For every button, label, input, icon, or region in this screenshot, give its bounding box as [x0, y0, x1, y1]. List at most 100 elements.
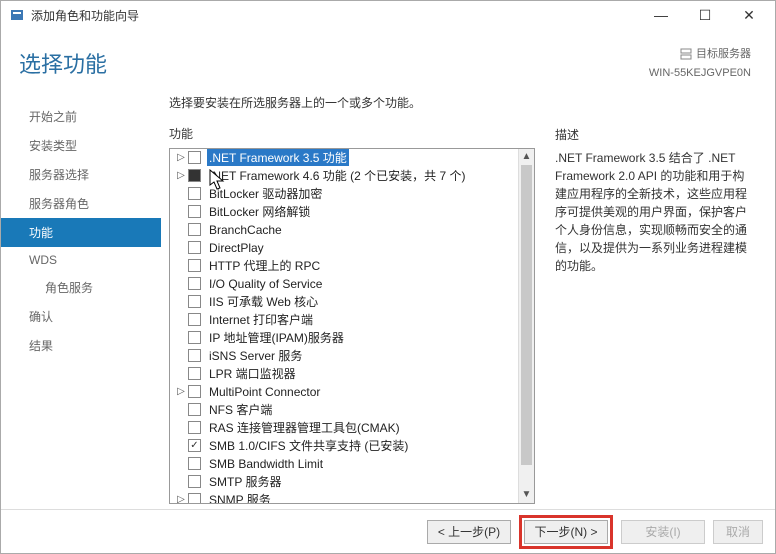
feature-row-1[interactable]: ▷ .NET Framework 4.6 功能 (2 个已安装，共 7 个)	[170, 167, 534, 185]
feature-row-18[interactable]: SMTP 服务器	[170, 473, 534, 491]
feature-label: HTTP 代理上的 RPC	[207, 257, 322, 274]
sidebar-item-2[interactable]: 服务器选择	[1, 160, 161, 189]
feature-checkbox[interactable]	[188, 169, 201, 182]
feature-checkbox[interactable]: ✓	[188, 439, 201, 452]
feature-checkbox[interactable]	[188, 421, 201, 434]
sidebar-item-6[interactable]: 角色服务	[1, 273, 161, 302]
feature-row-13[interactable]: ▷ MultiPoint Connector	[170, 383, 534, 401]
feature-checkbox[interactable]	[188, 241, 201, 254]
scrollbar[interactable]: ▲ ▼	[518, 149, 534, 503]
feature-label: BitLocker 网络解锁	[207, 203, 312, 220]
tree-twisty-icon[interactable]: ▷	[176, 170, 186, 181]
feature-checkbox[interactable]	[188, 277, 201, 290]
scroll-up-icon[interactable]: ▲	[519, 149, 534, 165]
feature-label: Internet 打印客户端	[207, 311, 315, 328]
feature-row-14[interactable]: NFS 客户端	[170, 401, 534, 419]
feature-label: BitLocker 驱动器加密	[207, 185, 324, 202]
feature-checkbox[interactable]	[188, 187, 201, 200]
feature-label: SMB 1.0/CIFS 文件共享支持 (已安装)	[207, 437, 410, 454]
next-button-highlight: 下一步(N) >	[519, 515, 613, 549]
feature-label: .NET Framework 4.6 功能 (2 个已安装，共 7 个)	[207, 167, 467, 184]
sidebar-item-1[interactable]: 安装类型	[1, 131, 161, 160]
feature-row-6[interactable]: HTTP 代理上的 RPC	[170, 257, 534, 275]
minimize-button[interactable]: —	[639, 1, 683, 29]
target-server-label: 目标服务器	[696, 48, 751, 60]
feature-label: LPR 端口监视器	[207, 365, 298, 382]
feature-row-12[interactable]: LPR 端口监视器	[170, 365, 534, 383]
feature-checkbox[interactable]	[188, 457, 201, 470]
feature-label: NFS 客户端	[207, 401, 274, 418]
close-button[interactable]: ✕	[727, 1, 771, 29]
feature-row-9[interactable]: Internet 打印客户端	[170, 311, 534, 329]
feature-label: IP 地址管理(IPAM)服务器	[207, 329, 346, 346]
description-label: 描述	[555, 126, 755, 143]
feature-checkbox[interactable]	[188, 223, 201, 236]
feature-label: .NET Framework 3.5 功能	[207, 149, 349, 166]
feature-checkbox[interactable]	[188, 259, 201, 272]
scrollbar-thumb[interactable]	[521, 165, 532, 465]
sidebar-item-4[interactable]: 功能	[1, 218, 161, 247]
feature-checkbox[interactable]	[188, 367, 201, 380]
feature-checkbox[interactable]	[188, 331, 201, 344]
maximize-button[interactable]: ☐	[683, 1, 727, 29]
feature-label: SMTP 服务器	[207, 473, 283, 490]
sidebar-item-3[interactable]: 服务器角色	[1, 189, 161, 218]
app-icon	[9, 7, 25, 23]
install-button: 安装(I)	[621, 520, 705, 544]
feature-checkbox[interactable]	[188, 295, 201, 308]
tree-twisty-icon[interactable]: ▷	[176, 386, 186, 397]
feature-label: I/O Quality of Service	[207, 277, 324, 291]
page-title: 选择功能	[19, 47, 649, 79]
feature-row-8[interactable]: IIS 可承载 Web 核心	[170, 293, 534, 311]
feature-row-2[interactable]: BitLocker 驱动器加密	[170, 185, 534, 203]
wizard-header: 选择功能 目标服务器 WIN-55KEJGVPE0N	[1, 29, 775, 86]
tree-twisty-icon[interactable]: ▷	[176, 152, 186, 163]
feature-row-0[interactable]: ▷ .NET Framework 3.5 功能	[170, 149, 534, 167]
description-text: .NET Framework 3.5 结合了 .NET Framework 2.…	[555, 149, 755, 275]
feature-row-7[interactable]: I/O Quality of Service	[170, 275, 534, 293]
wizard-sidebar: 开始之前安装类型服务器选择服务器角色功能WDS角色服务确认结果	[1, 94, 161, 504]
feature-checkbox[interactable]	[188, 205, 201, 218]
tree-twisty-icon[interactable]: ▷	[176, 494, 186, 503]
cancel-button[interactable]: 取消	[713, 520, 763, 544]
features-listbox[interactable]: ▷ .NET Framework 3.5 功能 ▷ .NET Framework 4.…	[169, 148, 535, 504]
feature-label: iSNS Server 服务	[207, 347, 304, 364]
sidebar-item-7[interactable]: 确认	[1, 302, 161, 331]
feature-row-19[interactable]: ▷ SNMP 服务	[170, 491, 534, 503]
feature-checkbox[interactable]	[188, 385, 201, 398]
next-button[interactable]: 下一步(N) >	[524, 520, 608, 544]
feature-label: IIS 可承载 Web 核心	[207, 293, 320, 310]
feature-checkbox[interactable]	[188, 493, 201, 503]
sidebar-item-5[interactable]: WDS	[1, 247, 161, 273]
feature-label: SNMP 服务	[207, 491, 273, 503]
feature-row-11[interactable]: iSNS Server 服务	[170, 347, 534, 365]
sidebar-item-8[interactable]: 结果	[1, 331, 161, 360]
feature-row-3[interactable]: BitLocker 网络解锁	[170, 203, 534, 221]
feature-row-5[interactable]: DirectPlay	[170, 239, 534, 257]
feature-label: DirectPlay	[207, 241, 266, 255]
feature-label: SMB Bandwidth Limit	[207, 457, 325, 471]
feature-checkbox[interactable]	[188, 313, 201, 326]
server-icon	[679, 47, 693, 66]
target-server-name: WIN-55KEJGVPE0N	[649, 67, 751, 79]
feature-row-17[interactable]: SMB Bandwidth Limit	[170, 455, 534, 473]
feature-checkbox[interactable]	[188, 475, 201, 488]
instruction-text: 选择要安装在所选服务器上的一个或多个功能。	[169, 94, 535, 111]
feature-label: BranchCache	[207, 223, 284, 237]
feature-row-15[interactable]: RAS 连接管理器管理工具包(CMAK)	[170, 419, 534, 437]
title-bar: 添加角色和功能向导 — ☐ ✕	[1, 1, 775, 29]
sidebar-item-0[interactable]: 开始之前	[1, 102, 161, 131]
feature-checkbox[interactable]	[188, 349, 201, 362]
feature-checkbox[interactable]	[188, 151, 201, 164]
features-label: 功能	[169, 125, 535, 142]
scroll-down-icon[interactable]: ▼	[519, 487, 534, 503]
window-title: 添加角色和功能向导	[31, 7, 639, 24]
feature-label: MultiPoint Connector	[207, 385, 322, 399]
feature-checkbox[interactable]	[188, 403, 201, 416]
feature-row-4[interactable]: BranchCache	[170, 221, 534, 239]
feature-label: RAS 连接管理器管理工具包(CMAK)	[207, 419, 402, 436]
previous-button[interactable]: < 上一步(P)	[427, 520, 511, 544]
feature-row-10[interactable]: IP 地址管理(IPAM)服务器	[170, 329, 534, 347]
wizard-footer: < 上一步(P) 下一步(N) > 安装(I) 取消	[1, 509, 775, 553]
feature-row-16[interactable]: ✓ SMB 1.0/CIFS 文件共享支持 (已安装)	[170, 437, 534, 455]
